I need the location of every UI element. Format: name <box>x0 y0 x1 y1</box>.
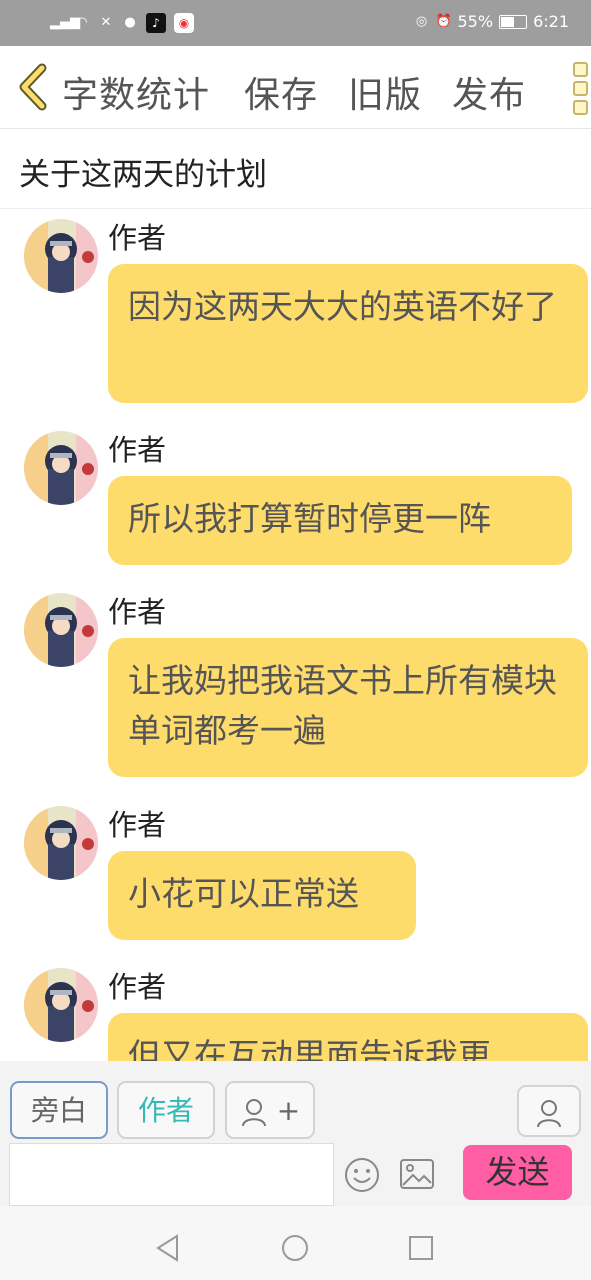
nav-recents-icon[interactable] <box>408 1235 434 1261</box>
story-title-row[interactable]: 关于这两天的计划 <box>0 129 591 209</box>
author-avatar[interactable] <box>24 593 98 667</box>
old-version-button[interactable]: 旧版 <box>348 66 422 118</box>
wifi-icon: ◠ <box>76 15 88 30</box>
battery-percent: 55% <box>457 12 494 31</box>
back-chevron-icon[interactable] <box>14 62 54 112</box>
message-bubble[interactable]: 小花可以正常送 <box>108 851 416 940</box>
emoji-icon[interactable] <box>344 1157 380 1193</box>
author-role-button[interactable]: 作者 <box>117 1081 215 1139</box>
nav-back-icon[interactable] <box>155 1234 181 1262</box>
alarm-icon: ⏰ <box>435 13 452 29</box>
chat-list[interactable]: 作者 因为这两天大大的英语不好了 作者 所以我打算暂时停更一阵 作者 让我妈把我… <box>0 209 591 1061</box>
message-author: 作者 <box>108 221 167 255</box>
system-nav-bar <box>0 1206 591 1280</box>
more-menu-icon[interactable] <box>573 62 589 115</box>
user-role-button[interactable] <box>517 1085 581 1137</box>
message-author: 作者 <box>108 595 167 629</box>
message-author: 作者 <box>108 970 167 1004</box>
add-role-plus: + <box>276 1094 301 1127</box>
message-bubble[interactable]: 但又在互动里面告诉我更 <box>108 1013 588 1061</box>
word-count-button[interactable]: 字数统计 <box>62 66 210 118</box>
missed-call-icon: ✕ <box>100 15 112 30</box>
story-title: 关于这两天的计划 <box>19 157 267 193</box>
clock: 6:21 <box>533 12 569 31</box>
nav-home-icon[interactable] <box>281 1234 309 1262</box>
tiktok-icon: ♪ <box>146 13 166 33</box>
battery-icon <box>499 14 528 29</box>
add-user-icon <box>241 1099 266 1127</box>
author-avatar[interactable] <box>24 219 98 293</box>
message-bubble[interactable]: 让我妈把我语文书上所有模块单词都考一遍 <box>108 638 588 777</box>
author-avatar[interactable] <box>24 431 98 505</box>
message-bubble[interactable]: 因为这两天大大的英语不好了 <box>108 264 588 403</box>
wechat-icon: ● <box>124 15 136 30</box>
message-input[interactable] <box>9 1143 334 1206</box>
send-button[interactable]: 发送 <box>463 1145 572 1200</box>
editor-toolbar: 字数统计 保存 旧版 发布 <box>0 46 591 129</box>
signal-icon: ▂▄▆ <box>50 15 80 30</box>
image-icon[interactable] <box>400 1159 434 1189</box>
publish-button[interactable]: 发布 <box>452 66 526 118</box>
save-button[interactable]: 保存 <box>244 66 318 118</box>
status-bar: ▂▄▆ ◠ ✕ ● ♪ ◉ ◎ ⏰ 55% 6:21 <box>0 0 591 46</box>
composer-panel: 旁白 作者 + 发送 <box>0 1061 591 1206</box>
author-avatar[interactable] <box>24 968 98 1042</box>
author-avatar[interactable] <box>24 806 98 880</box>
message-author: 作者 <box>108 808 167 842</box>
message-author: 作者 <box>108 433 167 467</box>
vibrate-icon: ◎ <box>415 13 428 29</box>
narration-role-button[interactable]: 旁白 <box>10 1081 108 1139</box>
app-notification-icon: ◉ <box>174 13 194 33</box>
user-icon <box>537 1100 561 1128</box>
message-bubble[interactable]: 所以我打算暂时停更一阵 <box>108 476 572 565</box>
add-role-button[interactable]: + <box>225 1081 315 1139</box>
